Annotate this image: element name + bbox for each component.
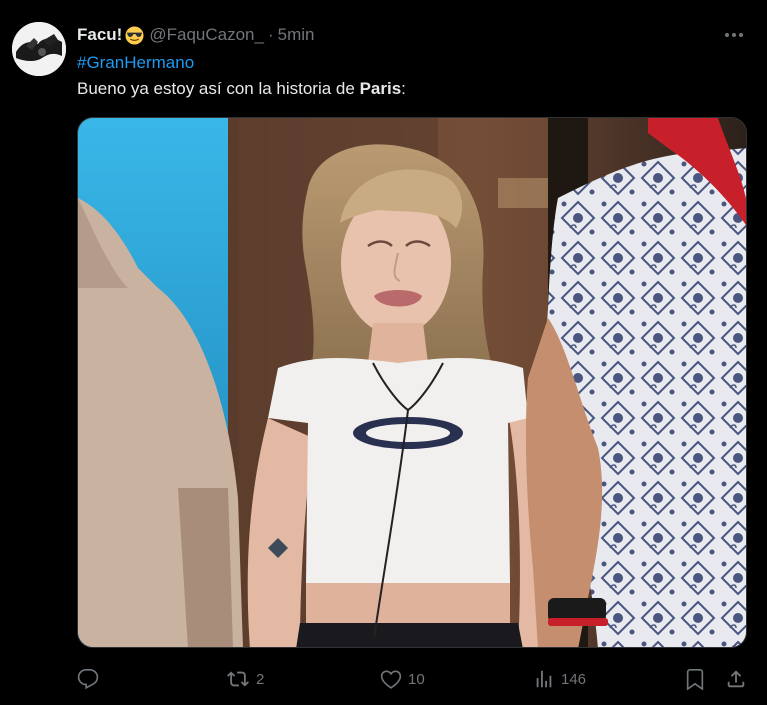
action-bar: 2 10 146 xyxy=(77,664,747,694)
photo-image xyxy=(78,118,746,647)
views-button[interactable]: 146 xyxy=(533,664,586,694)
views-icon xyxy=(533,668,555,690)
heart-icon xyxy=(380,668,402,690)
reply-button[interactable] xyxy=(77,664,105,694)
like-button[interactable]: 10 xyxy=(380,664,425,694)
retweet-count: 2 xyxy=(256,670,265,688)
retweet-icon xyxy=(226,668,250,690)
tweet-text-body: Bueno ya estoy así con la historia de xyxy=(77,79,360,98)
share-icon xyxy=(725,668,747,690)
sunglasses-emoji-icon xyxy=(125,25,144,45)
bookmark-icon xyxy=(684,668,706,690)
avatar[interactable] xyxy=(12,22,66,76)
tweet-photo[interactable] xyxy=(77,117,747,648)
more-options-icon[interactable] xyxy=(723,26,745,44)
like-count: 10 xyxy=(408,670,425,688)
tweet-header: Facu! @FaquCazon_ · 5min xyxy=(77,24,314,46)
views-count: 146 xyxy=(561,670,587,688)
display-name[interactable]: Facu! xyxy=(77,25,122,45)
tweet-card[interactable]: Facu! @FaquCazon_ · 5min #GranHermano Bu… xyxy=(0,0,767,705)
tweet-text-bold: Paris xyxy=(359,79,402,98)
reply-icon xyxy=(77,668,99,690)
share-button[interactable] xyxy=(725,664,747,694)
retweet-button[interactable]: 2 xyxy=(226,664,264,694)
avatar-image xyxy=(12,22,66,76)
tweet-text-end: : xyxy=(401,79,406,98)
user-handle[interactable]: @FaquCazon_ xyxy=(149,25,264,45)
timestamp[interactable]: 5min xyxy=(278,25,315,45)
separator-dot: · xyxy=(267,25,274,44)
bookmark-button[interactable] xyxy=(684,664,706,694)
tweet-text: Bueno ya estoy así con la historia de Pa… xyxy=(77,79,406,99)
hashtag-link[interactable]: #GranHermano xyxy=(77,53,194,73)
